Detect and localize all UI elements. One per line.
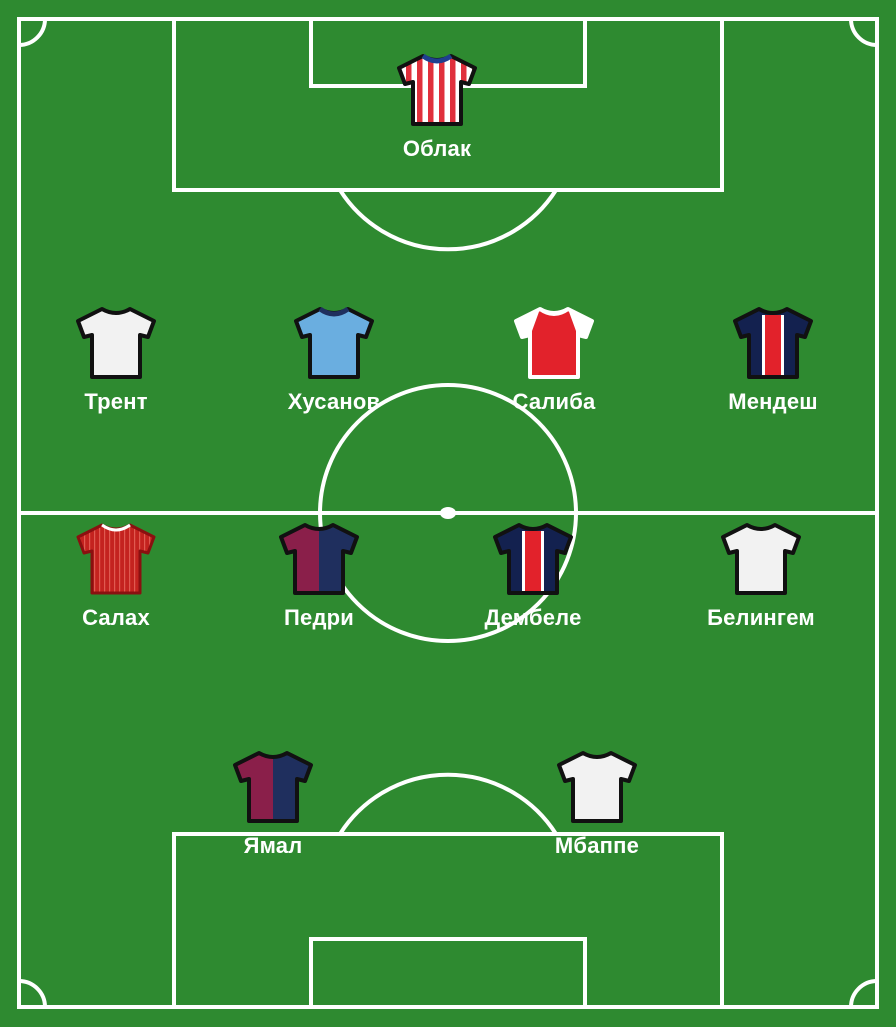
player-midfielder-3[interactable]: Дембеле <box>453 521 613 631</box>
player-name: Трент <box>84 389 148 414</box>
player-midfielder-1[interactable]: Салах <box>36 521 196 631</box>
player-defender-3[interactable]: Салиба <box>474 305 634 415</box>
player-forward-2[interactable]: Мбаппе <box>517 749 677 859</box>
player-name: Салиба <box>512 389 596 414</box>
player-defender-4[interactable]: Мендеш <box>693 305 853 415</box>
player-name: Мбаппе <box>554 833 640 858</box>
shirt-icon <box>76 307 156 379</box>
player-defender-1[interactable]: Трент <box>36 305 196 415</box>
player-name: Салах <box>82 605 150 630</box>
shirt-icon <box>721 523 801 595</box>
player-name: Дембеле <box>484 605 582 630</box>
player-name: Мендеш <box>728 389 818 414</box>
player-forward-1[interactable]: Ямал <box>193 749 353 859</box>
shirt-icon <box>76 523 156 595</box>
player-midfielder-2[interactable]: Педри <box>239 521 399 631</box>
player-defender-2[interactable]: Хусанов <box>254 305 414 415</box>
shirt-icon <box>514 307 594 379</box>
shirt-icon <box>493 523 573 595</box>
shirt-icon <box>557 751 637 823</box>
shirt-icon <box>294 306 374 379</box>
shirt-icon <box>397 53 477 126</box>
shirt-icon <box>233 751 313 823</box>
player-midfielder-4[interactable]: Белингем <box>681 521 841 631</box>
player-name: Педри <box>284 605 354 630</box>
player-name: Облак <box>402 136 472 161</box>
player-name: Белингем <box>707 605 815 630</box>
player-name: Хусанов <box>287 389 381 414</box>
centre-spot <box>440 507 456 519</box>
shirt-icon <box>733 307 813 379</box>
player-name: Ямал <box>243 833 303 858</box>
shirt-icon <box>279 523 359 595</box>
player-goalkeeper[interactable]: Облак <box>357 52 517 162</box>
